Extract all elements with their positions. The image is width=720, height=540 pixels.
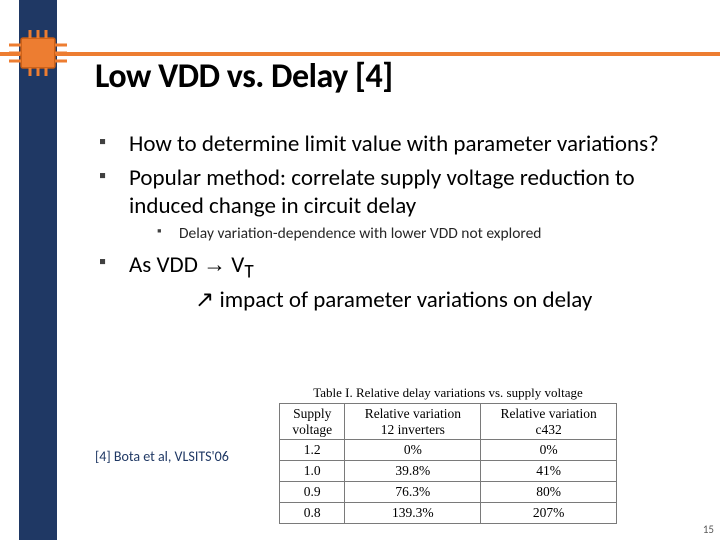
col-c432: Relative variationc432	[481, 404, 617, 440]
bullet-3-pre: As VDD	[129, 251, 203, 279]
bullet-2-sub: Delay variation-dependence with lower VD…	[157, 224, 685, 243]
navy-sidebar	[19, 0, 57, 540]
cell-inv: 76.3%	[345, 482, 481, 503]
bullet-3-subscript: T	[244, 260, 253, 283]
cell-c432: 0%	[481, 440, 617, 461]
col-supply-voltage: Supplyvoltage	[280, 404, 345, 440]
table-caption: Table I. Relative delay variations vs. s…	[279, 385, 617, 401]
up-arrow-icon: ↗	[195, 286, 214, 312]
cell-c432: 207%	[481, 503, 617, 524]
slide-title: Low VDD vs. Delay [4]	[95, 56, 393, 97]
bullet-3-line2-text: impact of parameter variations on delay	[214, 286, 592, 314]
table-row: 0.8 139.3% 207%	[280, 503, 617, 524]
cell-inv: 139.3%	[345, 503, 481, 524]
table-row: 1.2 0% 0%	[280, 440, 617, 461]
bullet-2-text: Popular method: correlate supply voltage…	[129, 164, 635, 220]
right-arrow-icon: →	[203, 251, 226, 277]
table-row: 1.0 39.8% 41%	[280, 461, 617, 482]
delay-table: Supplyvoltage Relative variation12 inver…	[279, 403, 617, 524]
cell-c432: 41%	[481, 461, 617, 482]
content-area: How to determine limit value with parame…	[95, 130, 685, 321]
bullet-3: As VDD → VT ↗ impact of parameter variat…	[95, 250, 685, 316]
citation: [4] Bota et al, VLSITS'06	[95, 448, 229, 465]
cell-sv: 1.2	[280, 440, 345, 461]
bullet-1: How to determine limit value with parame…	[95, 130, 685, 158]
table-row: 0.9 76.3% 80%	[280, 482, 617, 503]
cell-sv: 0.9	[280, 482, 345, 503]
page-number: 15	[703, 523, 714, 536]
table-header-row: Supplyvoltage Relative variation12 inver…	[280, 404, 617, 440]
cell-sv: 1.0	[280, 461, 345, 482]
cell-sv: 0.8	[280, 503, 345, 524]
bullet-3-line2: ↗ impact of parameter variations on dela…	[129, 285, 685, 315]
cell-c432: 80%	[481, 482, 617, 503]
bullet-2: Popular method: correlate supply voltage…	[95, 164, 685, 243]
delay-table-container: Table I. Relative delay variations vs. s…	[279, 385, 617, 524]
cell-inv: 0%	[345, 440, 481, 461]
col-inverters: Relative variation12 inverters	[345, 404, 481, 440]
bullet-3-post: V	[226, 251, 244, 279]
cell-inv: 39.8%	[345, 461, 481, 482]
cpu-icon	[9, 30, 67, 76]
